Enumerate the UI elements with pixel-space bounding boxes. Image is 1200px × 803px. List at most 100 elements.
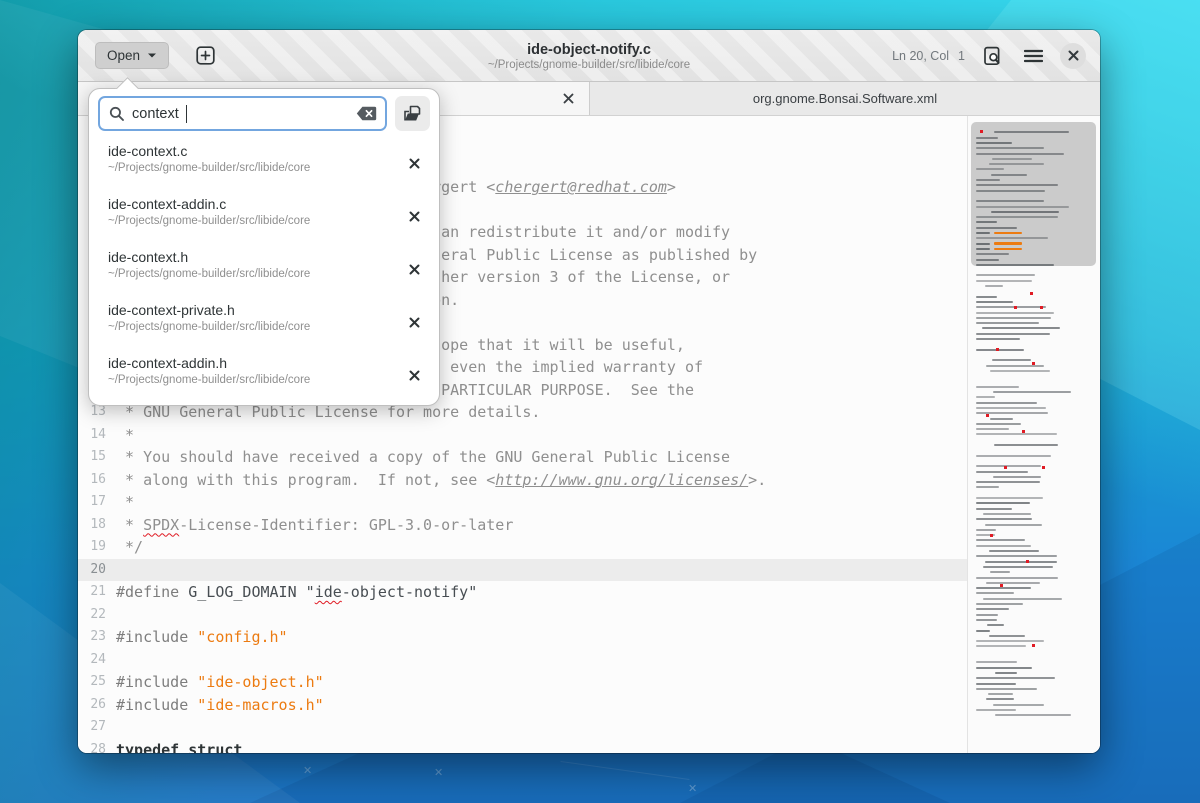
line-number: 14 (78, 424, 116, 447)
code-line[interactable]: 16 * along with this program. If not, se… (78, 469, 967, 492)
code-line[interactable]: 28typedef struct (78, 739, 967, 754)
code-line[interactable]: 25#include "ide-object.h" (78, 671, 967, 694)
code-text: #include "ide-object.h" (116, 671, 324, 694)
tab-bonsai-software-xml[interactable]: org.gnome.Bonsai.Software.xml (590, 82, 1100, 115)
search-query-text: context (132, 106, 179, 122)
minimap-line (976, 688, 1037, 690)
line-number: 26 (78, 694, 116, 717)
line-number: 27 (78, 716, 116, 739)
plus-icon (196, 46, 215, 65)
text-caret (186, 105, 187, 123)
minimap-line (976, 147, 1044, 149)
search-results-list: ide-context.c ~/Projects/gnome-builder/sr… (89, 135, 439, 402)
code-line[interactable]: 19 */ (78, 536, 967, 559)
minimap-line (976, 227, 1017, 229)
chevron-down-icon (147, 52, 157, 59)
window-close-button[interactable] (1060, 43, 1086, 69)
clear-search-icon[interactable] (356, 106, 377, 121)
wallpaper-line (561, 761, 690, 780)
minimap-line (994, 131, 1069, 133)
search-result-row[interactable]: ide-context-addin.c~/Projects/gnome-buil… (89, 190, 439, 243)
remove-result-button[interactable] (405, 314, 423, 332)
menu-button[interactable] (1019, 42, 1047, 70)
minimap-line (987, 624, 1005, 626)
minimap-line (976, 232, 990, 234)
search-result-row[interactable]: ide-context-addin.h ~/Projects/gnome-buil… (89, 349, 439, 402)
minimap-line (976, 667, 1032, 669)
result-path: ~/Projects/gnome-builder/src/libide/core (108, 268, 399, 280)
close-icon (1068, 50, 1079, 61)
result-filename: ide-context.h (108, 249, 399, 265)
search-result-row[interactable]: ide-context.c~/Projects/gnome-builder/sr… (89, 137, 439, 190)
code-text: * SPDX-License-Identifier: GPL-3.0-or-la… (116, 514, 513, 537)
minimap-line (976, 677, 1055, 679)
remove-result-button[interactable] (405, 367, 423, 385)
code-line[interactable]: 21#define G_LOG_DOMAIN "ide-object-notif… (78, 581, 967, 604)
code-line[interactable]: 15 * You should have received a copy of … (78, 446, 967, 469)
minimap-line (976, 190, 1045, 192)
minimap-line (995, 672, 1017, 674)
search-result-row[interactable]: ide-context-private.h~/Projects/gnome-bu… (89, 296, 439, 349)
minimap-line (976, 502, 1030, 504)
file-search-input[interactable]: context (98, 96, 387, 131)
new-tab-button[interactable] (191, 42, 219, 70)
minimap-line (976, 333, 1050, 335)
minimap-line (976, 577, 1058, 579)
minimap-error-mark (1042, 466, 1045, 469)
code-text: * along with this program. If not, see <… (116, 469, 766, 492)
remove-result-button[interactable] (405, 155, 423, 173)
line-number: 22 (78, 604, 116, 627)
code-line[interactable]: 22 (78, 604, 967, 627)
minimap-line (976, 614, 998, 616)
headerbar: Open ide-object-notify.c ~/Projects/gnom… (78, 30, 1100, 82)
code-line[interactable]: 27 (78, 716, 967, 739)
remove-result-button[interactable] (405, 261, 423, 279)
result-filename: ide-context.c (108, 143, 399, 159)
minimap-line (983, 598, 1063, 600)
code-line[interactable]: 26#include "ide-macros.h" (78, 694, 967, 717)
search-result-row[interactable]: ide-context.h ~/Projects/gnome-builder/sr… (89, 243, 439, 296)
cursor-position-value: 1 (958, 49, 965, 63)
minimap-line (976, 508, 1012, 510)
minimap-string-line (994, 242, 1022, 245)
minimap-line (989, 550, 1040, 552)
result-filename: ide-context-private.h (108, 302, 399, 318)
remove-result-button[interactable] (405, 208, 423, 226)
minimap-line (976, 640, 1044, 642)
open-file-button[interactable] (395, 96, 430, 131)
result-path: ~/Projects/gnome-builder/src/libide/core (108, 374, 399, 386)
backspace-icon (356, 106, 377, 121)
minimap-line (976, 433, 1057, 435)
code-line[interactable]: 14 * (78, 424, 967, 447)
minimap-line (983, 566, 1053, 568)
minimap-line (976, 555, 1057, 557)
code-text: typedef struct (116, 739, 242, 754)
tab-close-button[interactable] (559, 90, 577, 108)
result-filename: ide-context-addin.h (108, 355, 399, 371)
code-line[interactable]: 20 (78, 559, 967, 582)
minimap-line (976, 322, 1039, 324)
minimap-error-mark (1004, 466, 1007, 469)
minimap-error-mark (1014, 306, 1017, 309)
minimap-line (976, 338, 1020, 340)
open-button[interactable]: Open (95, 42, 169, 69)
cursor-position-label: Ln 20, Col (892, 49, 949, 63)
code-line[interactable]: 23#include "config.h" (78, 626, 967, 649)
code-line[interactable]: 17 * (78, 491, 967, 514)
code-line[interactable]: 18 * SPDX-License-Identifier: GPL-3.0-or… (78, 514, 967, 537)
close-icon (409, 370, 420, 381)
goto-line-button[interactable] (978, 42, 1006, 70)
line-number: 16 (78, 469, 116, 492)
minimap-line (976, 497, 1043, 499)
minimap-error-mark (986, 414, 989, 417)
minimap-line (976, 587, 1031, 589)
code-line[interactable]: 24 (78, 649, 967, 672)
minimap-line (976, 274, 1035, 276)
minimap-line (982, 327, 1060, 329)
close-icon (563, 93, 574, 104)
minimap-line (976, 518, 1032, 520)
wallpaper-sparkle: ✕ (434, 766, 443, 779)
line-number: 24 (78, 649, 116, 672)
overview-minimap[interactable] (967, 116, 1100, 753)
minimap-error-mark (1022, 430, 1025, 433)
